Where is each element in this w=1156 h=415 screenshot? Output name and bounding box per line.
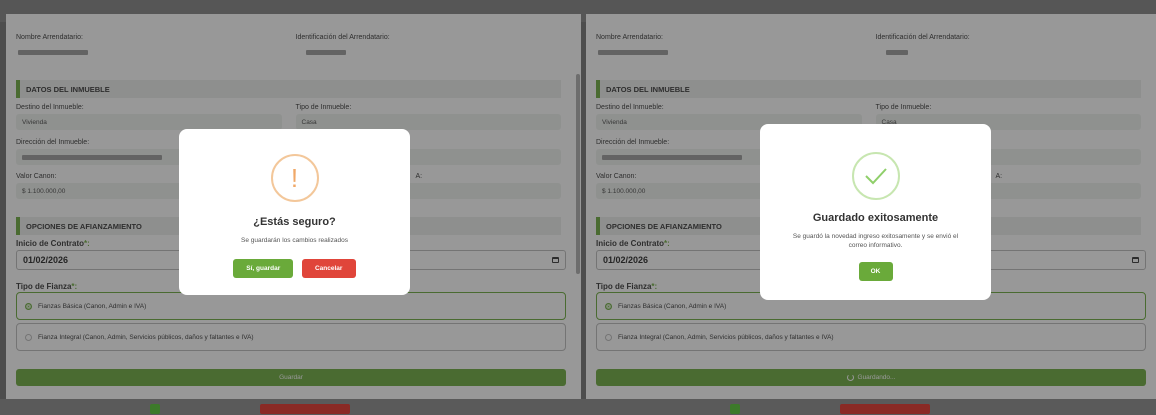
checkmark-icon bbox=[851, 152, 900, 200]
success-dialog-text: Se guardó la novedad ingreso exitosament… bbox=[792, 233, 959, 249]
left-panel: Nombre Arrendatario: Identificación del … bbox=[6, 14, 581, 399]
ok-button[interactable]: OK bbox=[858, 262, 893, 281]
confirm-dialog-actions: Sí, guardar Cancelar bbox=[179, 257, 410, 278]
confirm-dialog-title: ¿Estás seguro? bbox=[253, 216, 336, 228]
scrollbar[interactable] bbox=[576, 74, 580, 274]
confirm-dialog-text: Se guardarán los cambios realizados bbox=[241, 237, 348, 244]
bottom-strip bbox=[0, 399, 1156, 415]
confirm-save-button[interactable]: Sí, guardar bbox=[233, 259, 294, 278]
success-dialog-title: Guardado exitosamente bbox=[812, 212, 939, 224]
right-panel: Nombre Arrendatario: Identificación del … bbox=[586, 14, 1156, 399]
confirm-dialog: ! ¿Estás seguro? Se guardarán los cambio… bbox=[179, 129, 410, 295]
success-dialog-actions: OK bbox=[760, 260, 991, 281]
warning-icon: ! bbox=[270, 154, 319, 202]
cancel-button[interactable]: Cancelar bbox=[301, 259, 356, 278]
screenshot-stage: Nombre Arrendatario: Identificación del … bbox=[0, 0, 1156, 415]
success-dialog: Guardado exitosamente Se guardó la noved… bbox=[760, 124, 991, 300]
